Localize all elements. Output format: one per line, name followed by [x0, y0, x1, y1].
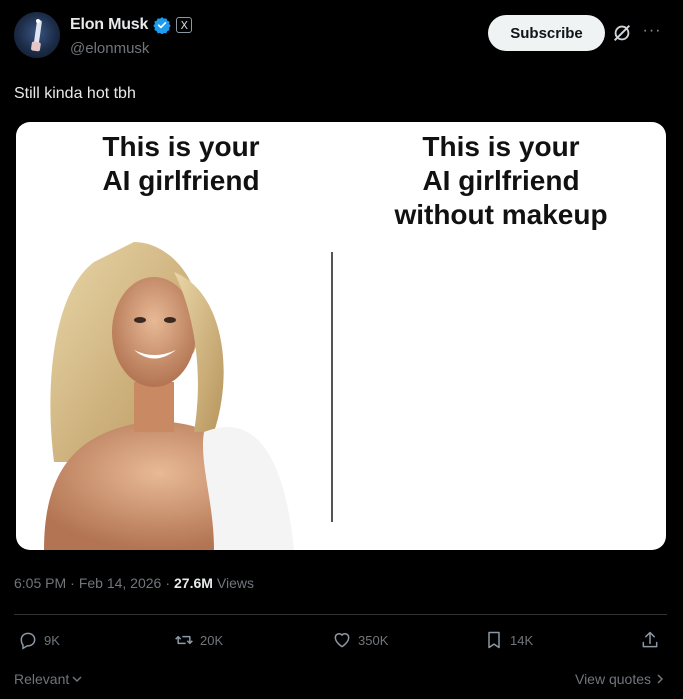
more-options-icon[interactable]: ··· [641, 22, 663, 44]
subscribe-button[interactable]: Subscribe [488, 15, 605, 51]
chevron-down-icon [72, 676, 82, 683]
bookmark-button[interactable]: 14K [484, 630, 533, 650]
left-caption-line1: This is your [102, 131, 260, 162]
chevron-right-icon [657, 674, 664, 684]
right-caption: This is your AI girlfriend without makeu… [356, 130, 646, 232]
bookmark-count: 14K [510, 632, 534, 648]
like-button[interactable]: 350K [332, 630, 388, 650]
right-caption-line2: AI girlfriend [422, 165, 580, 196]
like-count: 350K [358, 632, 389, 648]
repost-button[interactable]: 20K [174, 630, 223, 650]
sort-replies-dropdown[interactable]: Relevant [14, 671, 83, 687]
tweet-text: Still kinda hot tbh [14, 85, 136, 102]
meme-divider [331, 252, 333, 522]
author-handle[interactable]: @elonmusk [70, 40, 149, 57]
divider [14, 614, 667, 615]
grok-icon[interactable] [611, 22, 633, 44]
author-name[interactable]: Elon Musk [70, 16, 148, 34]
repost-count: 20K [200, 632, 224, 648]
avatar[interactable] [14, 12, 60, 58]
verified-badge-icon [153, 17, 171, 34]
action-bar: 9K 20K 350K 14K [14, 630, 667, 656]
views-label: Views [216, 575, 255, 591]
tweet-time[interactable]: 6:05 PM [14, 575, 66, 591]
tweet-metadata: 6:05 PM · Feb 14, 2026 · 27.6M Views [14, 575, 254, 591]
left-caption-line2: AI girlfriend [102, 165, 260, 196]
reply-button[interactable]: 9K [18, 630, 60, 650]
tweet-media-image[interactable]: This is your AI girlfriend This is your … [16, 122, 666, 550]
view-quotes-label: View quotes [574, 671, 651, 687]
author-name-row: Elon Musk X [70, 16, 193, 34]
reply-count: 9K [44, 632, 60, 648]
views-count[interactable]: 27.6M [174, 575, 213, 591]
tweet-date[interactable]: Feb 14, 2026 [79, 575, 162, 591]
right-caption-line1: This is your [422, 131, 580, 162]
heart-icon [334, 633, 350, 648]
bookmark-icon [488, 631, 500, 649]
repost-icon [175, 635, 193, 645]
meta-separator: · [70, 575, 75, 591]
meta-separator: · [165, 575, 170, 591]
tweet-header: Elon Musk X @elonmusk Subscribe ··· [14, 12, 669, 62]
avatar-image [31, 19, 42, 52]
woman-portrait-image [44, 242, 294, 550]
right-caption-line3: without makeup [394, 199, 608, 230]
share-button[interactable] [640, 630, 660, 650]
reply-icon [20, 632, 36, 650]
view-quotes-link[interactable]: View quotes [575, 671, 665, 687]
sort-label: Relevant [14, 671, 70, 687]
left-caption: This is your AI girlfriend [46, 130, 316, 198]
x-affiliate-badge-icon: X [176, 17, 193, 33]
share-icon [642, 631, 658, 648]
